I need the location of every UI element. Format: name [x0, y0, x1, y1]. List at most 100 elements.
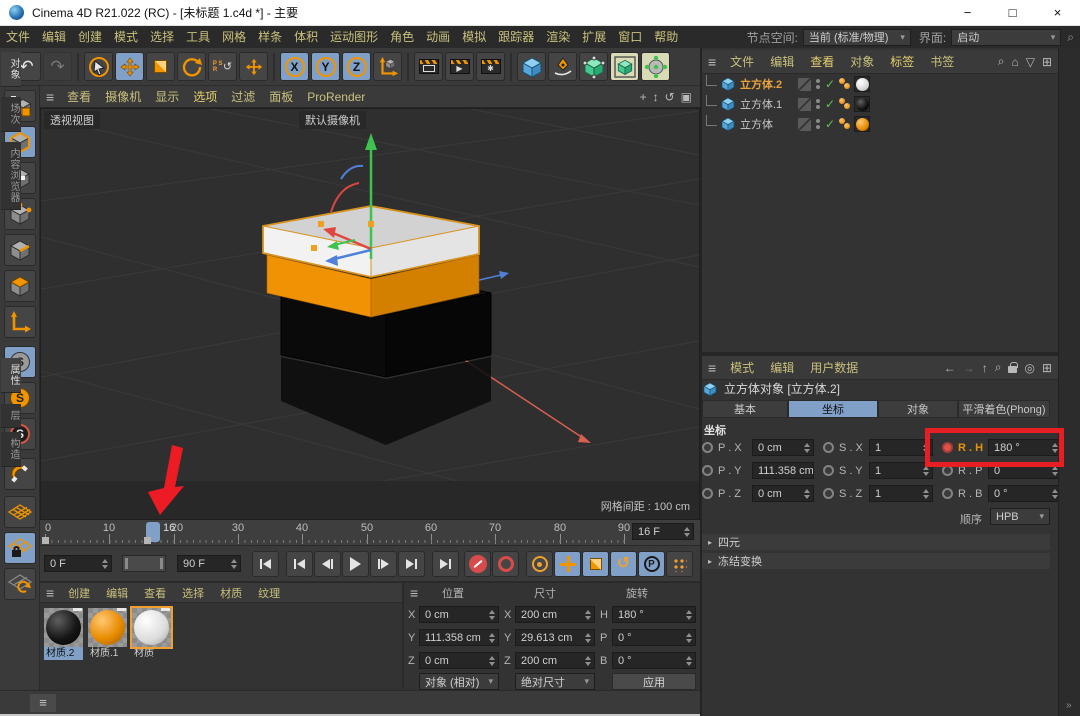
next-frame-button[interactable] [370, 551, 397, 577]
viewport-menu-options[interactable]: 选项 [186, 88, 224, 105]
size-z-field[interactable]: 200 cm [515, 652, 595, 669]
apply-button[interactable]: 应用 [612, 673, 696, 690]
material-tile[interactable]: 材质.1 [88, 608, 127, 660]
move-tool[interactable] [115, 52, 144, 81]
size-x-field[interactable]: 200 cm [515, 606, 595, 623]
rotation-order-dropdown[interactable]: HPB▾ [990, 508, 1050, 525]
position-y-field[interactable]: 111.358 cm [419, 629, 499, 646]
end-frame-field[interactable]: 90 F [177, 555, 241, 572]
next-key-button[interactable] [398, 551, 425, 577]
object-row-cube[interactable]: 立方体 ✓ [704, 114, 870, 134]
object-manager-hamburger-icon[interactable]: ≡ [708, 55, 716, 69]
viewport-maximize-icon[interactable]: ▣ [681, 90, 692, 104]
menu-character[interactable]: 角色 [384, 26, 420, 48]
menu-volume[interactable]: 体积 [288, 26, 324, 48]
key-circle-icon[interactable] [823, 488, 834, 499]
menu-mode[interactable]: 模式 [108, 26, 144, 48]
lock-icon[interactable] [1008, 366, 1017, 373]
render-view-button[interactable] [414, 52, 443, 81]
material-hamburger-icon[interactable]: ≡ [46, 586, 54, 600]
material-tile[interactable]: 材质.2 [44, 608, 83, 660]
add-generator-button[interactable] [579, 52, 608, 81]
goto-end-button[interactable] [432, 551, 459, 577]
menu-spline[interactable]: 样条 [252, 26, 288, 48]
key-circle-icon[interactable] [702, 488, 713, 499]
record-rotation-toggle[interactable]: ↺ [610, 551, 637, 577]
am-menu-edit[interactable]: 编辑 [762, 359, 802, 376]
add-spline-pen-button[interactable] [548, 52, 577, 81]
om-menu-file[interactable]: 文件 [722, 53, 762, 70]
object-row-cube2[interactable]: 立方体.2 ✓ [704, 74, 870, 94]
layer-toggle-icon[interactable] [798, 78, 811, 91]
menu-tracker[interactable]: 跟踪器 [492, 26, 540, 48]
side-tab-takes[interactable]: 场次 [1, 97, 21, 132]
target-icon[interactable]: ◎ [1024, 361, 1034, 375]
rotation-h-field[interactable]: 180 ° [612, 606, 696, 623]
phong-tag-icon[interactable] [839, 117, 851, 131]
key-circle-icon[interactable] [942, 465, 953, 476]
layer-toggle-icon[interactable] [798, 118, 811, 131]
home-icon[interactable]: ⌂ [1011, 55, 1018, 69]
start-frame-field[interactable]: 0 F [44, 555, 112, 572]
side-tab-content-browser[interactable]: 内容浏览器 [1, 142, 21, 210]
material-menu-view[interactable]: 查看 [136, 585, 174, 601]
record-keyframe-button[interactable] [464, 551, 491, 577]
enabled-check-icon[interactable]: ✓ [825, 97, 835, 111]
key-circle-red-icon[interactable] [942, 442, 953, 453]
coordinate-mode-dropdown[interactable]: 对象 (相对)▾ [419, 673, 499, 690]
viewport-dolly-icon[interactable]: ↕ [653, 90, 659, 104]
side-tab-attributes[interactable]: 属性 [1, 358, 21, 393]
material-menu-create[interactable]: 创建 [60, 585, 98, 601]
material-tag-orange[interactable] [854, 116, 870, 132]
tab-object[interactable]: 对象 [878, 400, 958, 418]
enabled-check-icon[interactable]: ✓ [825, 117, 835, 131]
view-label[interactable]: 透视视图 [44, 111, 100, 129]
material-menu-select[interactable]: 选择 [174, 585, 212, 601]
size-mode-dropdown[interactable]: 绝对尺寸▾ [515, 673, 595, 690]
keyframe-marker[interactable] [42, 537, 49, 544]
position-x-field[interactable]: 0 cm [419, 606, 499, 623]
phong-tag-icon[interactable] [839, 97, 851, 111]
render-picture-viewer-button[interactable]: ▶ [445, 52, 474, 81]
visibility-dots-icon[interactable] [816, 79, 820, 89]
menu-animate[interactable]: 动画 [420, 26, 456, 48]
material-name[interactable]: 材质 [132, 647, 171, 660]
viewport-menu-filter[interactable]: 过滤 [224, 88, 262, 105]
lock-x-axis-button[interactable]: X [280, 52, 309, 81]
layer-toggle-icon[interactable] [798, 98, 811, 111]
menu-tools[interactable]: 工具 [180, 26, 216, 48]
add-panel-icon[interactable]: ⊞ [1042, 55, 1052, 69]
menu-mograph[interactable]: 运动图形 [324, 26, 384, 48]
size-y-field[interactable]: 29.613 cm [515, 629, 595, 646]
maximize-button[interactable]: □ [990, 0, 1035, 26]
quaternion-fold[interactable]: ▸四元 [702, 534, 1050, 550]
rotation-b-field[interactable]: 0 ° [612, 652, 696, 669]
object-name[interactable]: 立方体 [740, 116, 798, 132]
am-menu-mode[interactable]: 模式 [722, 359, 762, 376]
enabled-check-icon[interactable]: ✓ [825, 77, 835, 91]
material-menu-material[interactable]: 材质 [212, 585, 250, 601]
om-menu-bookmarks[interactable]: 书签 [922, 53, 962, 70]
status-hamburger-icon[interactable]: ≡ [30, 694, 56, 712]
side-tab-structure[interactable]: 构造 [1, 432, 21, 467]
visibility-dots-icon[interactable] [816, 99, 820, 109]
coordinates-hamburger-icon[interactable]: ≡ [410, 586, 418, 600]
phong-tag-icon[interactable] [839, 77, 851, 91]
rb-field[interactable]: 0 ° [988, 485, 1062, 502]
viewport-hamburger-icon[interactable]: ≡ [46, 90, 54, 104]
object-name[interactable]: 立方体.1 [740, 96, 798, 112]
lock-z-axis-button[interactable]: Z [342, 52, 371, 81]
tab-phong[interactable]: 平滑着色(Phong) [958, 400, 1050, 418]
menu-file[interactable]: 文件 [0, 26, 36, 48]
om-menu-edit[interactable]: 编辑 [762, 53, 802, 70]
sz-field[interactable]: 1 [869, 485, 933, 502]
align-workplane-button[interactable] [4, 568, 36, 600]
viewport-orbit-icon[interactable]: ↺ [665, 90, 675, 104]
viewport-scene[interactable] [41, 109, 699, 519]
timeline-ruler[interactable]: 0 10 20 30 40 50 60 70 80 90 16 16 F [40, 520, 700, 546]
om-menu-object[interactable]: 对象 [842, 53, 882, 70]
menu-extensions[interactable]: 扩展 [576, 26, 612, 48]
scale-tool[interactable] [146, 52, 175, 81]
viewport-menu-prorender[interactable]: ProRender [300, 90, 372, 104]
add-panel-icon[interactable]: ⊞ [1042, 361, 1052, 375]
